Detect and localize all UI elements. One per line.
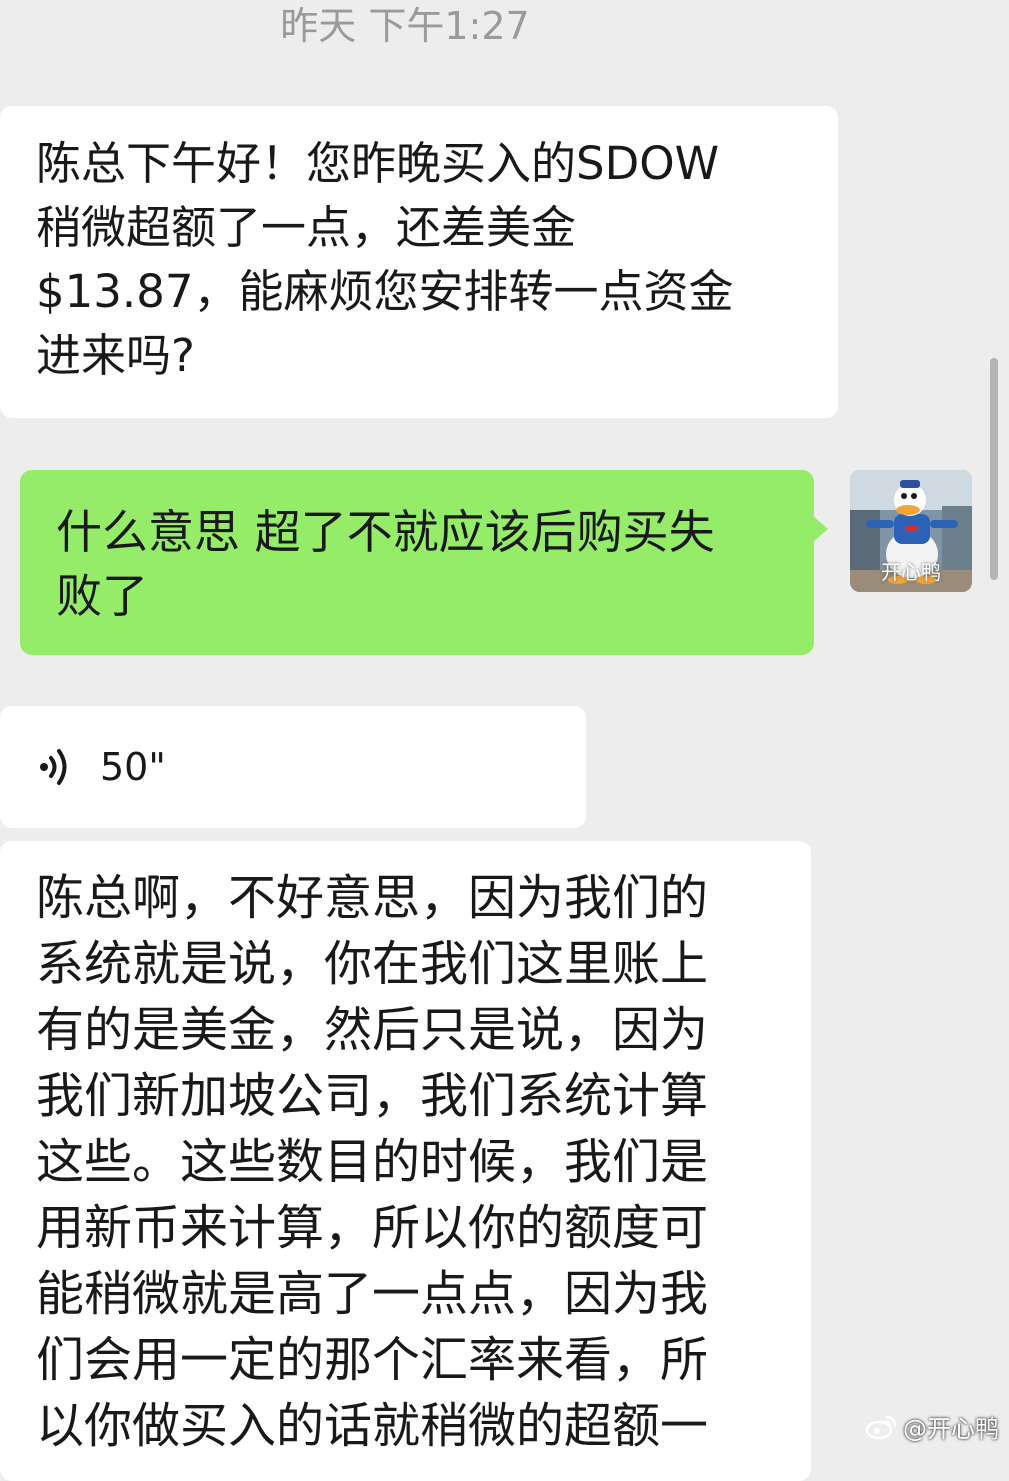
avatar-caption: 开心鸭 <box>881 560 941 584</box>
watermark-text: @开心鸭 <box>903 1415 999 1443</box>
message-text: 陈总下午好！您昨晚买入的SDOW 稍微超额了一点，还差美金 $13.87，能麻烦… <box>36 137 734 382</box>
bubble-tail <box>813 516 828 542</box>
voice-duration: 50" <box>100 745 166 789</box>
chat-timestamp: 昨天 下午1:27 <box>280 4 530 48</box>
self-avatar[interactable]: 开心鸭 <box>850 470 972 592</box>
voice-message-bubble[interactable]: 50" <box>0 706 586 828</box>
message-text: 陈总啊，不好意思，因为我们的 系统就是说，你在我们这里账上 有的是美金，然后只是… <box>36 870 709 1454</box>
voice-wave-icon <box>40 749 67 785</box>
message-text: 什么意思 超了不就应该后购买失 败了 <box>56 505 715 623</box>
scrollbar[interactable] <box>990 358 998 580</box>
watermark: @开心鸭 <box>865 1409 999 1444</box>
message-bubble-incoming[interactable]: 陈总下午好！您昨晚买入的SDOW 稍微超额了一点，还差美金 $13.87，能麻烦… <box>0 106 838 418</box>
message-bubble-incoming[interactable]: 陈总啊，不好意思，因为我们的 系统就是说，你在我们这里账上 有的是美金，然后只是… <box>0 841 811 1481</box>
message-bubble-outgoing[interactable]: 什么意思 超了不就应该后购买失 败了 <box>20 470 828 655</box>
weibo-icon <box>865 1415 897 1439</box>
